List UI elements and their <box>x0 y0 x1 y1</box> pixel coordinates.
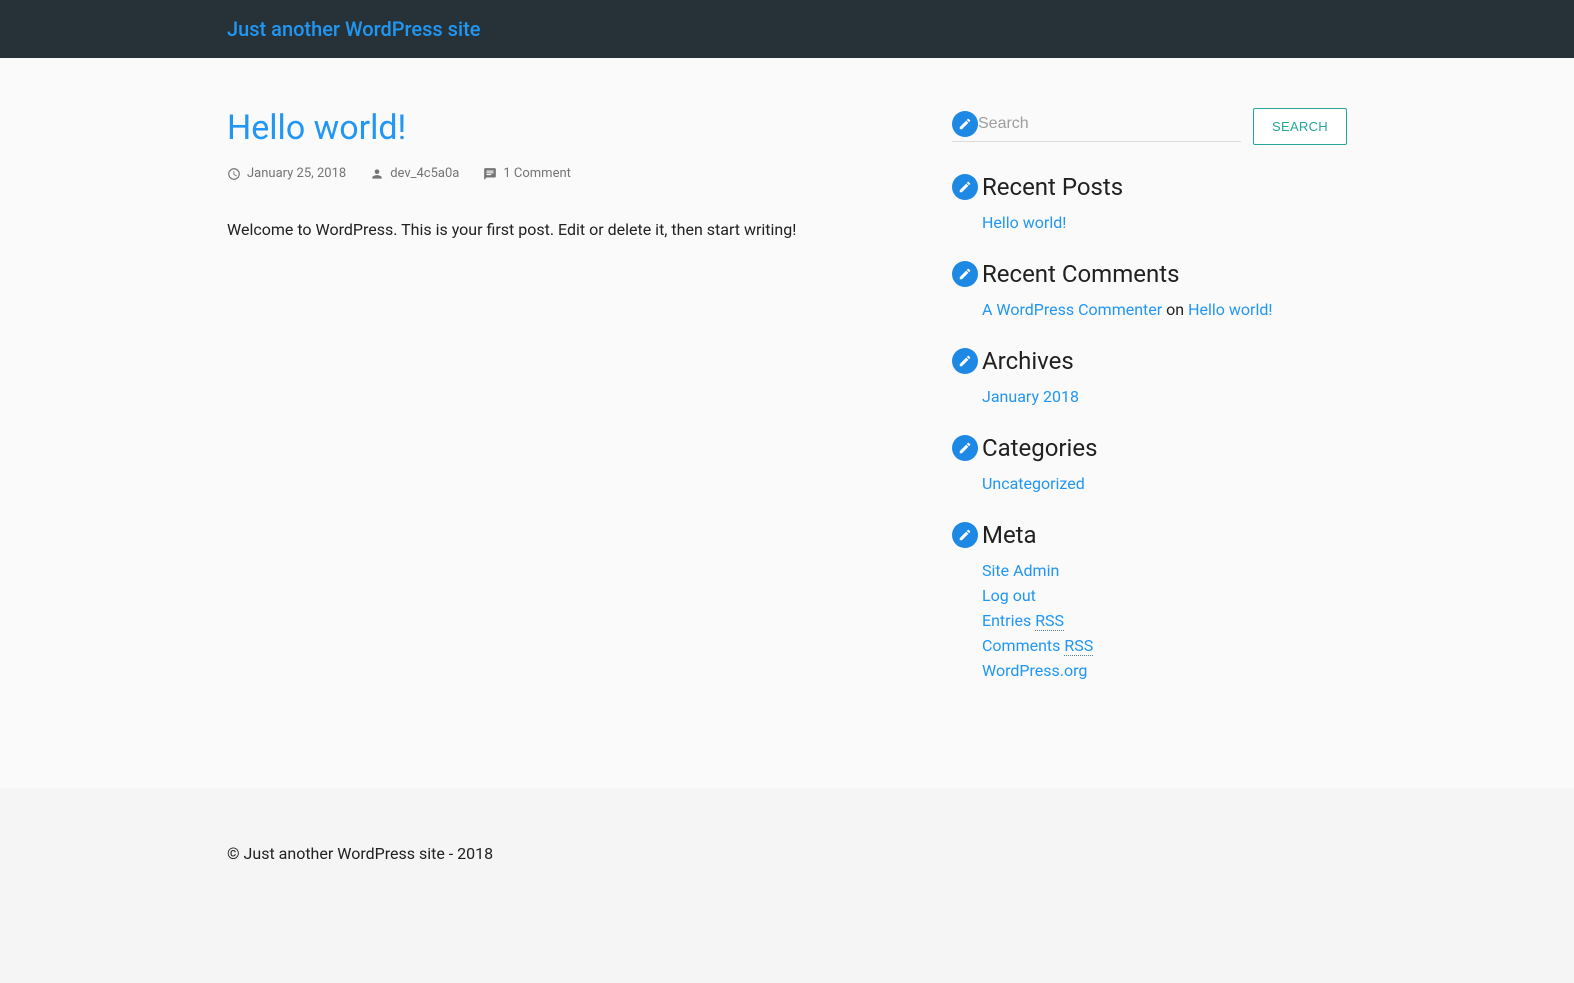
meta-link-entries-rss[interactable]: Entries RSS <box>982 611 1064 631</box>
site-footer: © Just another WordPress site - 2018 <box>0 788 1574 983</box>
widget-title: Archives <box>982 347 1074 375</box>
sidebar: SEARCH Recent Posts Hello world! <box>952 108 1347 708</box>
post-title-link[interactable]: Hello world! <box>227 108 406 148</box>
list-item: January 2018 <box>982 387 1347 406</box>
recent-comments-widget: Recent Comments A WordPress Commenter on… <box>952 260 1347 319</box>
post-comments-text: 1 Comment <box>503 166 571 181</box>
post-author[interactable]: dev_4c5a0a <box>370 166 459 181</box>
post-date: January 25, 2018 <box>227 166 346 181</box>
on-text: on <box>1162 300 1188 319</box>
site-title-link[interactable]: Just another WordPress site <box>227 17 480 41</box>
category-link[interactable]: Uncategorized <box>982 474 1085 493</box>
clock-icon <box>227 167 241 181</box>
archives-widget: Archives January 2018 <box>952 347 1347 406</box>
post-body: Welcome to WordPress. This is your first… <box>227 217 912 243</box>
meta-link-site-admin[interactable]: Site Admin <box>982 561 1059 580</box>
meta-link-wordpress-org[interactable]: WordPress.org <box>982 661 1087 680</box>
post-title[interactable]: Hello world! <box>227 108 912 148</box>
pencil-icon[interactable] <box>952 261 978 287</box>
list-item: A WordPress Commenter on Hello world! <box>982 300 1347 319</box>
pencil-icon[interactable] <box>952 348 978 374</box>
pencil-icon[interactable] <box>952 111 978 137</box>
meta-prefix: Comments <box>982 636 1064 655</box>
person-icon <box>370 167 384 181</box>
commenter-link[interactable]: A WordPress Commenter <box>982 300 1162 319</box>
search-button[interactable]: SEARCH <box>1253 108 1347 145</box>
rss-abbr: RSS <box>1035 611 1064 631</box>
pencil-icon[interactable] <box>952 435 978 461</box>
widget-title: Recent Posts <box>982 173 1123 201</box>
list-item: Hello world! <box>982 213 1347 232</box>
footer-text: © Just another WordPress site - 2018 <box>227 844 1347 863</box>
rss-abbr: RSS <box>1064 636 1093 656</box>
post-author-text: dev_4c5a0a <box>390 166 459 181</box>
meta-link-logout[interactable]: Log out <box>982 586 1036 605</box>
comment-post-link[interactable]: Hello world! <box>1188 300 1272 319</box>
search-input[interactable] <box>978 111 1241 137</box>
list-item: Log out <box>982 586 1347 605</box>
list-item: Uncategorized <box>982 474 1347 493</box>
list-item: Comments RSS <box>982 636 1347 655</box>
meta-link-comments-rss[interactable]: Comments RSS <box>982 636 1093 656</box>
post-date-text: January 25, 2018 <box>247 166 346 181</box>
list-item: Entries RSS <box>982 611 1347 630</box>
widget-title: Categories <box>982 434 1098 462</box>
main-content: Hello world! January 25, 2018 dev_4c5a0a <box>227 108 912 708</box>
list-item: WordPress.org <box>982 661 1347 680</box>
widget-title: Meta <box>982 521 1037 549</box>
archive-link[interactable]: January 2018 <box>982 387 1079 406</box>
pencil-icon[interactable] <box>952 522 978 548</box>
recent-post-link[interactable]: Hello world! <box>982 213 1066 232</box>
post-comments[interactable]: 1 Comment <box>483 166 571 181</box>
categories-widget: Categories Uncategorized <box>952 434 1347 493</box>
meta-widget: Meta Site Admin Log out Entries RSS Comm… <box>952 521 1347 680</box>
comment-icon <box>483 167 497 181</box>
search-widget: SEARCH <box>952 108 1347 145</box>
list-item: Site Admin <box>982 561 1347 580</box>
pencil-icon[interactable] <box>952 174 978 200</box>
recent-posts-widget: Recent Posts Hello world! <box>952 173 1347 232</box>
site-header: Just another WordPress site <box>0 0 1574 58</box>
widget-title: Recent Comments <box>982 260 1179 288</box>
post-meta: January 25, 2018 dev_4c5a0a 1 Comment <box>227 166 912 181</box>
meta-prefix: Entries <box>982 611 1035 630</box>
